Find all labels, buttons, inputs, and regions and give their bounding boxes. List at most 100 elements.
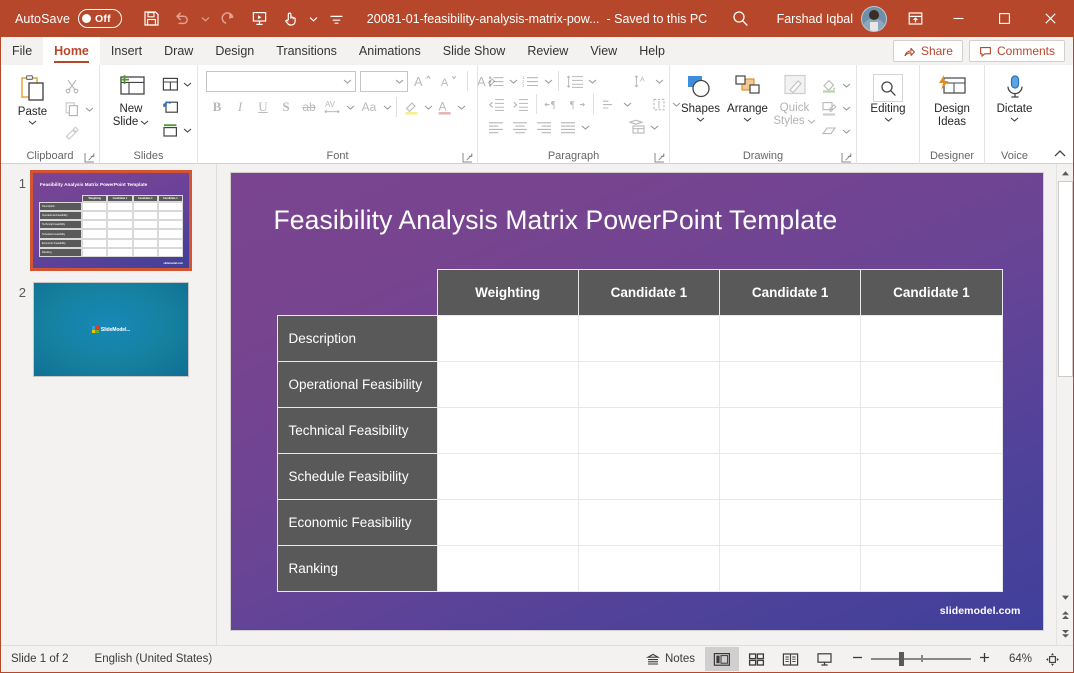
table-cell[interactable] bbox=[578, 500, 719, 546]
shapes-dropdown-icon[interactable] bbox=[696, 117, 705, 122]
font-name-dropdown-icon[interactable] bbox=[343, 79, 352, 84]
reset-button[interactable] bbox=[159, 96, 181, 118]
smartart-dropdown-icon[interactable] bbox=[650, 125, 659, 130]
increase-indent-button[interactable] bbox=[509, 93, 531, 115]
decrease-indent-button[interactable] bbox=[485, 93, 507, 115]
change-case-button[interactable]: Aa bbox=[356, 96, 382, 118]
table-row-label-ranking[interactable]: Ranking bbox=[277, 546, 437, 592]
table-cell[interactable] bbox=[861, 316, 1002, 362]
zoom-slider-handle[interactable] bbox=[899, 652, 904, 666]
ltr-button[interactable]: ¶ bbox=[542, 93, 564, 115]
thumbnail-preview-1[interactable]: Feasibility Analysis Matrix PowerPoint T… bbox=[33, 173, 189, 268]
minimize-button[interactable] bbox=[935, 0, 981, 37]
table-cell[interactable] bbox=[578, 454, 719, 500]
table-cell[interactable] bbox=[720, 454, 861, 500]
tab-insert[interactable]: Insert bbox=[100, 37, 153, 65]
text-direction-button[interactable]: A bbox=[631, 70, 653, 92]
close-button[interactable] bbox=[1027, 0, 1073, 37]
next-slide-icon[interactable] bbox=[1058, 626, 1073, 641]
table-cell[interactable] bbox=[720, 500, 861, 546]
account-area[interactable]: Farshad Iqbal bbox=[777, 6, 887, 32]
format-painter-button[interactable] bbox=[61, 121, 83, 143]
shape-fill-button[interactable] bbox=[818, 74, 840, 96]
shape-effects-dropdown-icon[interactable] bbox=[842, 129, 851, 134]
arrange-dropdown-icon[interactable] bbox=[743, 117, 752, 122]
strikethrough-button[interactable]: ab bbox=[298, 96, 320, 118]
shape-outline-dropdown-icon[interactable] bbox=[842, 106, 851, 111]
table-cell[interactable] bbox=[720, 408, 861, 454]
table-col-header-weighting[interactable]: Weighting bbox=[437, 270, 578, 316]
paragraph-dialog-launcher-icon[interactable] bbox=[654, 152, 665, 163]
paste-dropdown-icon[interactable] bbox=[28, 120, 37, 125]
font-size-input[interactable] bbox=[360, 71, 408, 92]
font-name-input[interactable] bbox=[206, 71, 356, 92]
touch-mode-icon[interactable] bbox=[275, 5, 305, 33]
table-col-header-candidate-2[interactable]: Candidate 1 bbox=[720, 270, 861, 316]
table-row-label-economic-feasibility[interactable]: Economic Feasibility bbox=[277, 500, 437, 546]
search-icon[interactable] bbox=[719, 0, 763, 37]
new-slide-dropdown-icon[interactable] bbox=[140, 120, 149, 125]
vertical-scrollbar[interactable] bbox=[1056, 164, 1073, 645]
reading-view-button[interactable] bbox=[773, 647, 807, 671]
notes-button[interactable]: Notes bbox=[636, 647, 705, 671]
table-row-label-description[interactable]: Description bbox=[277, 316, 437, 362]
redo-icon[interactable] bbox=[213, 5, 243, 33]
slide-show-view-button[interactable] bbox=[807, 647, 841, 671]
dictate-button[interactable]: Dictate bbox=[990, 70, 1039, 122]
table-cell[interactable] bbox=[578, 362, 719, 408]
document-title[interactable]: 20081-01-feasibility-analysis-matrix-pow… bbox=[367, 12, 600, 26]
collapse-ribbon-icon[interactable] bbox=[1053, 147, 1067, 161]
zoom-slider[interactable] bbox=[871, 647, 971, 671]
clipboard-dialog-launcher-icon[interactable] bbox=[84, 152, 95, 163]
rtl-button[interactable]: ¶ bbox=[566, 93, 588, 115]
align-right-button[interactable] bbox=[533, 116, 555, 138]
table-cell[interactable] bbox=[437, 362, 578, 408]
thumbnail-item-1[interactable]: 1 Feasibility Analysis Matrix PowerPoint… bbox=[1, 173, 216, 268]
slide-title[interactable]: Feasibility Analysis Matrix PowerPoint T… bbox=[274, 205, 838, 236]
tab-home[interactable]: Home bbox=[43, 37, 100, 65]
quick-styles-dropdown-icon[interactable] bbox=[807, 119, 816, 124]
comments-button[interactable]: Comments bbox=[969, 40, 1065, 62]
cut-button[interactable] bbox=[61, 75, 83, 97]
previous-slide-icon[interactable] bbox=[1058, 608, 1073, 623]
numbering-dropdown-icon[interactable] bbox=[544, 79, 553, 84]
layout-dropdown-icon[interactable] bbox=[183, 82, 192, 87]
scrollbar-thumb[interactable] bbox=[1058, 181, 1073, 377]
table-cell[interactable] bbox=[437, 454, 578, 500]
quick-styles-button[interactable]: Quick Styles bbox=[771, 70, 818, 128]
thumbnail-item-2[interactable]: 2 SlideModel... bbox=[1, 282, 216, 377]
section-button[interactable] bbox=[159, 119, 181, 141]
align-center-button[interactable] bbox=[509, 116, 531, 138]
table-cell[interactable] bbox=[578, 546, 719, 592]
shapes-button[interactable]: Shapes bbox=[677, 70, 724, 122]
autosave-toggle[interactable]: Off bbox=[78, 9, 122, 28]
table-cell[interactable] bbox=[861, 454, 1002, 500]
slide-editing-surface[interactable]: Feasibility Analysis Matrix PowerPoint T… bbox=[231, 173, 1043, 630]
copy-dropdown-icon[interactable] bbox=[85, 107, 94, 112]
increase-font-size-button[interactable]: A bbox=[412, 70, 434, 92]
change-case-dropdown-icon[interactable] bbox=[383, 105, 392, 110]
char-spacing-dropdown-icon[interactable] bbox=[346, 105, 355, 110]
text-highlight-button[interactable] bbox=[401, 96, 423, 118]
bullets-button[interactable] bbox=[485, 70, 507, 92]
normal-view-button[interactable] bbox=[705, 647, 739, 671]
feasibility-matrix-table[interactable]: Weighting Candidate 1 Candidate 1 Candid… bbox=[277, 269, 1003, 592]
table-cell[interactable] bbox=[861, 408, 1002, 454]
justify-button[interactable] bbox=[557, 116, 579, 138]
section-dropdown-icon[interactable] bbox=[183, 128, 192, 133]
tab-design[interactable]: Design bbox=[204, 37, 265, 65]
table-cell[interactable] bbox=[437, 546, 578, 592]
touch-mode-dropdown-icon[interactable] bbox=[306, 5, 320, 33]
tab-draw[interactable]: Draw bbox=[153, 37, 204, 65]
font-color-dropdown-icon[interactable] bbox=[457, 105, 466, 110]
bold-button[interactable]: B bbox=[206, 96, 228, 118]
tab-animations[interactable]: Animations bbox=[348, 37, 432, 65]
line-spacing-dropdown-icon[interactable] bbox=[588, 79, 597, 84]
highlight-dropdown-icon[interactable] bbox=[424, 105, 433, 110]
font-size-dropdown-icon[interactable] bbox=[395, 79, 404, 84]
undo-icon[interactable] bbox=[167, 5, 197, 33]
scroll-up-arrow-icon[interactable] bbox=[1058, 166, 1073, 181]
convert-to-smartart-button[interactable] bbox=[626, 116, 648, 138]
underline-button[interactable]: U bbox=[252, 96, 274, 118]
tab-slide-show[interactable]: Slide Show bbox=[432, 37, 517, 65]
